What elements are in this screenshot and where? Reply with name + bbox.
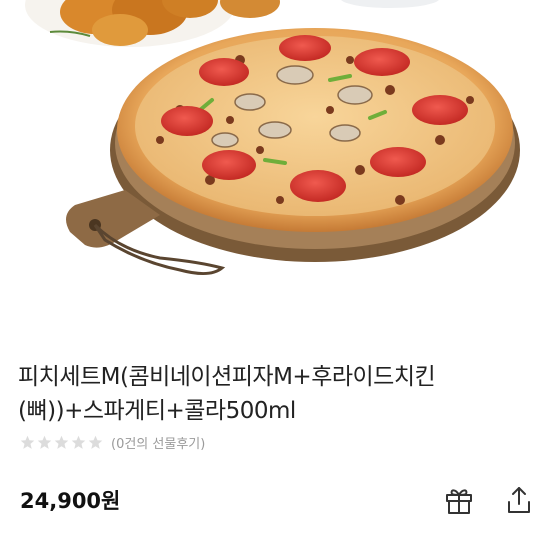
side-bowl [341,0,439,8]
star-empty-icon [54,435,69,449]
share-icon [508,487,530,513]
product-title-line2: (뼈))+스파게티+콜라500ml [18,398,296,424]
review-count-link[interactable]: (0건의 선물후기) [111,433,205,452]
share-button[interactable] [501,482,537,518]
star-empty-icon [88,435,103,449]
star-empty-icon [20,435,35,449]
star-empty-icon [71,435,86,449]
product-image [0,0,553,330]
rating-row: (0건의 선물후기) [20,433,205,452]
pizza [117,28,513,232]
product-title-line1: 피치세트M(콤비네이션피자M+후라이드치킨 [18,364,436,390]
pizza-illustration [25,0,520,275]
gift-icon [446,489,472,514]
product-title: 피치세트M(콤비네이션피자M+후라이드치킨 (뼈))+스파게티+콜라500ml [18,360,538,428]
gift-button[interactable] [441,482,477,518]
product-price: 24,900원 [20,489,121,513]
star-empty-icon [37,435,52,449]
product-info: 피치세트M(콤비네이션피자M+후라이드치킨 (뼈))+스파게티+콜라500ml … [0,330,553,553]
